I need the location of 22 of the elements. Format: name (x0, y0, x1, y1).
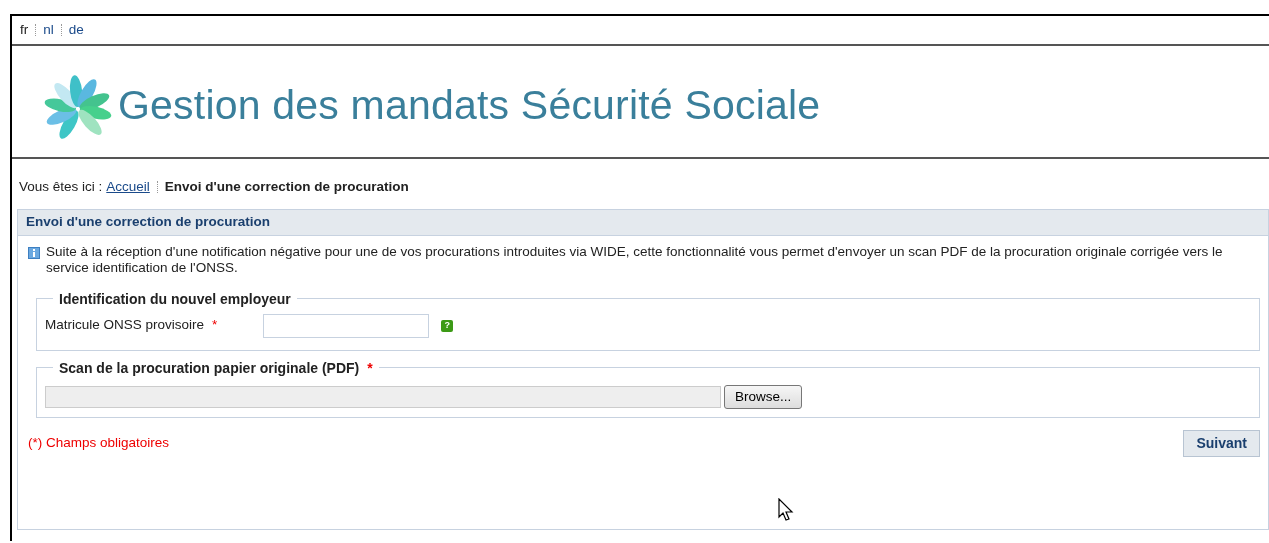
site-title: Gestion des mandats Sécurité Sociale (118, 80, 821, 130)
required-marker: * (367, 359, 373, 376)
text-input[interactable] (263, 313, 430, 338)
breadcrumb-current: Envoi d'une correction de procuration (164, 178, 409, 196)
breadcrumb-link[interactable]: Accueil (106, 177, 150, 198)
next-button[interactable]: Suivant (1183, 429, 1260, 457)
language-link[interactable]: de (68, 19, 84, 41)
mouse-pointer-icon (778, 498, 794, 522)
info-text: Suite à la réception d'une notification négative pour une de vos procurations introduites via WIDE, cette fonctionnalité vous permet d'envoyer un scan PDF de la procuration originale corrigée vers le service identification de l'ONSS. (46, 243, 1224, 276)
breadcrumb-label: Vous êtes ici : (19, 178, 103, 196)
info-icon (28, 246, 40, 259)
panel-title: Envoi d'une correction de procuration (18, 210, 1268, 236)
language-link[interactable]: nl (43, 19, 54, 41)
language-link[interactable]: fr (20, 19, 29, 41)
browse-button[interactable]: Browse... (724, 384, 803, 409)
help-icon[interactable]: ? (441, 319, 454, 332)
field-label: Matricule ONSS provisoire (45, 316, 205, 335)
required-note: (*) Champs obligatoires (28, 434, 170, 453)
required-marker: * (212, 316, 218, 335)
fieldset-legend: Scan de la procuration papier originale (PDF) (59, 359, 360, 376)
file-path-field[interactable] (45, 385, 721, 408)
fieldset-legend: Identification du nouvel employeur (59, 290, 291, 307)
